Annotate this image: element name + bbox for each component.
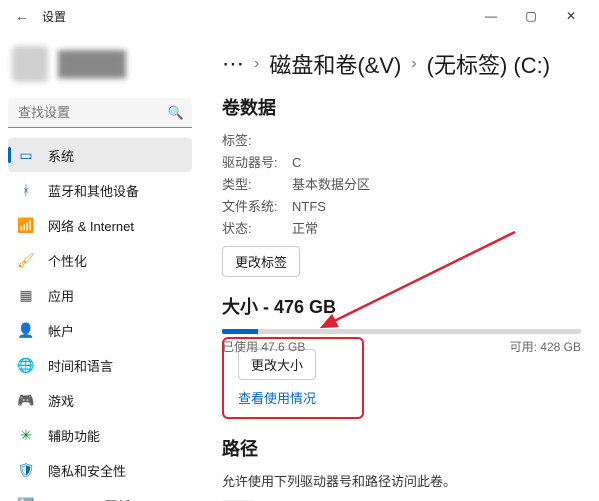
search-icon: 🔍 — [168, 105, 184, 121]
usage-bar-fill — [222, 329, 258, 334]
status-value: 正常 — [292, 218, 318, 240]
sidebar-item-apps[interactable]: ▦应用 — [8, 278, 192, 312]
sidebar-item-network[interactable]: 📶网络 & Internet — [8, 208, 192, 242]
label-label: 标签: — [222, 130, 292, 152]
available-text: 可用: 428 GB — [510, 338, 581, 355]
accessibility-icon: ✳ — [16, 427, 36, 444]
avatar — [12, 46, 48, 82]
breadcrumb: ⋯ › 磁盘和卷(&V) › (无标签) (C:) — [222, 48, 581, 80]
size-heading: 大小 - 476 GB — [222, 293, 581, 319]
sidebar-item-bluetooth[interactable]: ᚼ蓝牙和其他设备 — [8, 173, 192, 207]
search-box[interactable]: 🔍 — [8, 98, 192, 128]
fs-label: 文件系统: — [222, 196, 292, 218]
status-label: 状态: — [222, 218, 292, 240]
breadcrumb-more[interactable]: ⋯ — [222, 51, 244, 77]
sidebar-item-gaming[interactable]: 🎮游戏 — [8, 383, 192, 417]
search-input[interactable] — [8, 98, 192, 128]
brush-icon: 🖌 — [16, 252, 36, 269]
path-description: 允许使用下列驱动器号和路径访问此卷。 — [222, 471, 581, 490]
path-heading: 路径 — [222, 435, 581, 461]
system-icon: ▭ — [16, 147, 36, 164]
chevron-right-icon: › — [411, 55, 416, 73]
drive-label: 驱动器号: — [222, 152, 292, 174]
sidebar-item-accessibility[interactable]: ✳辅助功能 — [8, 418, 192, 452]
fs-value: NTFS — [292, 196, 326, 218]
chevron-right-icon: › — [254, 55, 259, 73]
type-value: 基本数据分区 — [292, 174, 370, 196]
breadcrumb-current: (无标签) (C:) — [427, 48, 550, 80]
globe-icon: 🌐 — [16, 357, 36, 374]
sidebar-item-time-language[interactable]: 🌐时间和语言 — [8, 348, 192, 382]
usage-bar — [222, 329, 581, 334]
window-title: 设置 — [42, 8, 66, 25]
view-usage-link[interactable]: 查看使用情况 — [238, 388, 348, 407]
sidebar-item-privacy[interactable]: 🛡隐私和安全性 — [8, 453, 192, 487]
maximize-button[interactable]: ▢ — [511, 9, 551, 23]
used-text: 已使用 47.6 GB — [222, 338, 305, 355]
apps-icon: ▦ — [16, 287, 36, 304]
volume-data-heading: 卷数据 — [222, 94, 581, 120]
sidebar-item-system[interactable]: ▭系统 — [8, 138, 192, 172]
bluetooth-icon: ᚼ — [16, 182, 36, 198]
sidebar-nav: ▭系统 ᚼ蓝牙和其他设备 📶网络 & Internet 🖌个性化 ▦应用 👤帐户… — [8, 138, 192, 501]
sidebar-item-personalization[interactable]: 🖌个性化 — [8, 243, 192, 277]
update-icon: 🔄 — [16, 497, 36, 501]
breadcrumb-disks[interactable]: 磁盘和卷(&V) — [269, 48, 401, 80]
change-label-button[interactable]: 更改标签 — [222, 246, 300, 277]
person-icon: 👤 — [16, 322, 36, 339]
drive-value: C — [292, 152, 301, 174]
user-profile[interactable]: ████████████████ — [8, 40, 192, 88]
close-button[interactable]: ✕ — [551, 9, 591, 23]
nav-back-button[interactable]: ← — [8, 8, 36, 24]
sidebar-item-windows-update[interactable]: 🔄Windows 更新 — [8, 488, 192, 501]
sidebar-item-accounts[interactable]: 👤帐户 — [8, 313, 192, 347]
wifi-icon: 📶 — [16, 217, 36, 234]
type-label: 类型: — [222, 174, 292, 196]
shield-icon: 🛡 — [16, 462, 36, 479]
minimize-button[interactable]: — — [471, 9, 511, 23]
gamepad-icon: 🎮 — [16, 392, 36, 409]
